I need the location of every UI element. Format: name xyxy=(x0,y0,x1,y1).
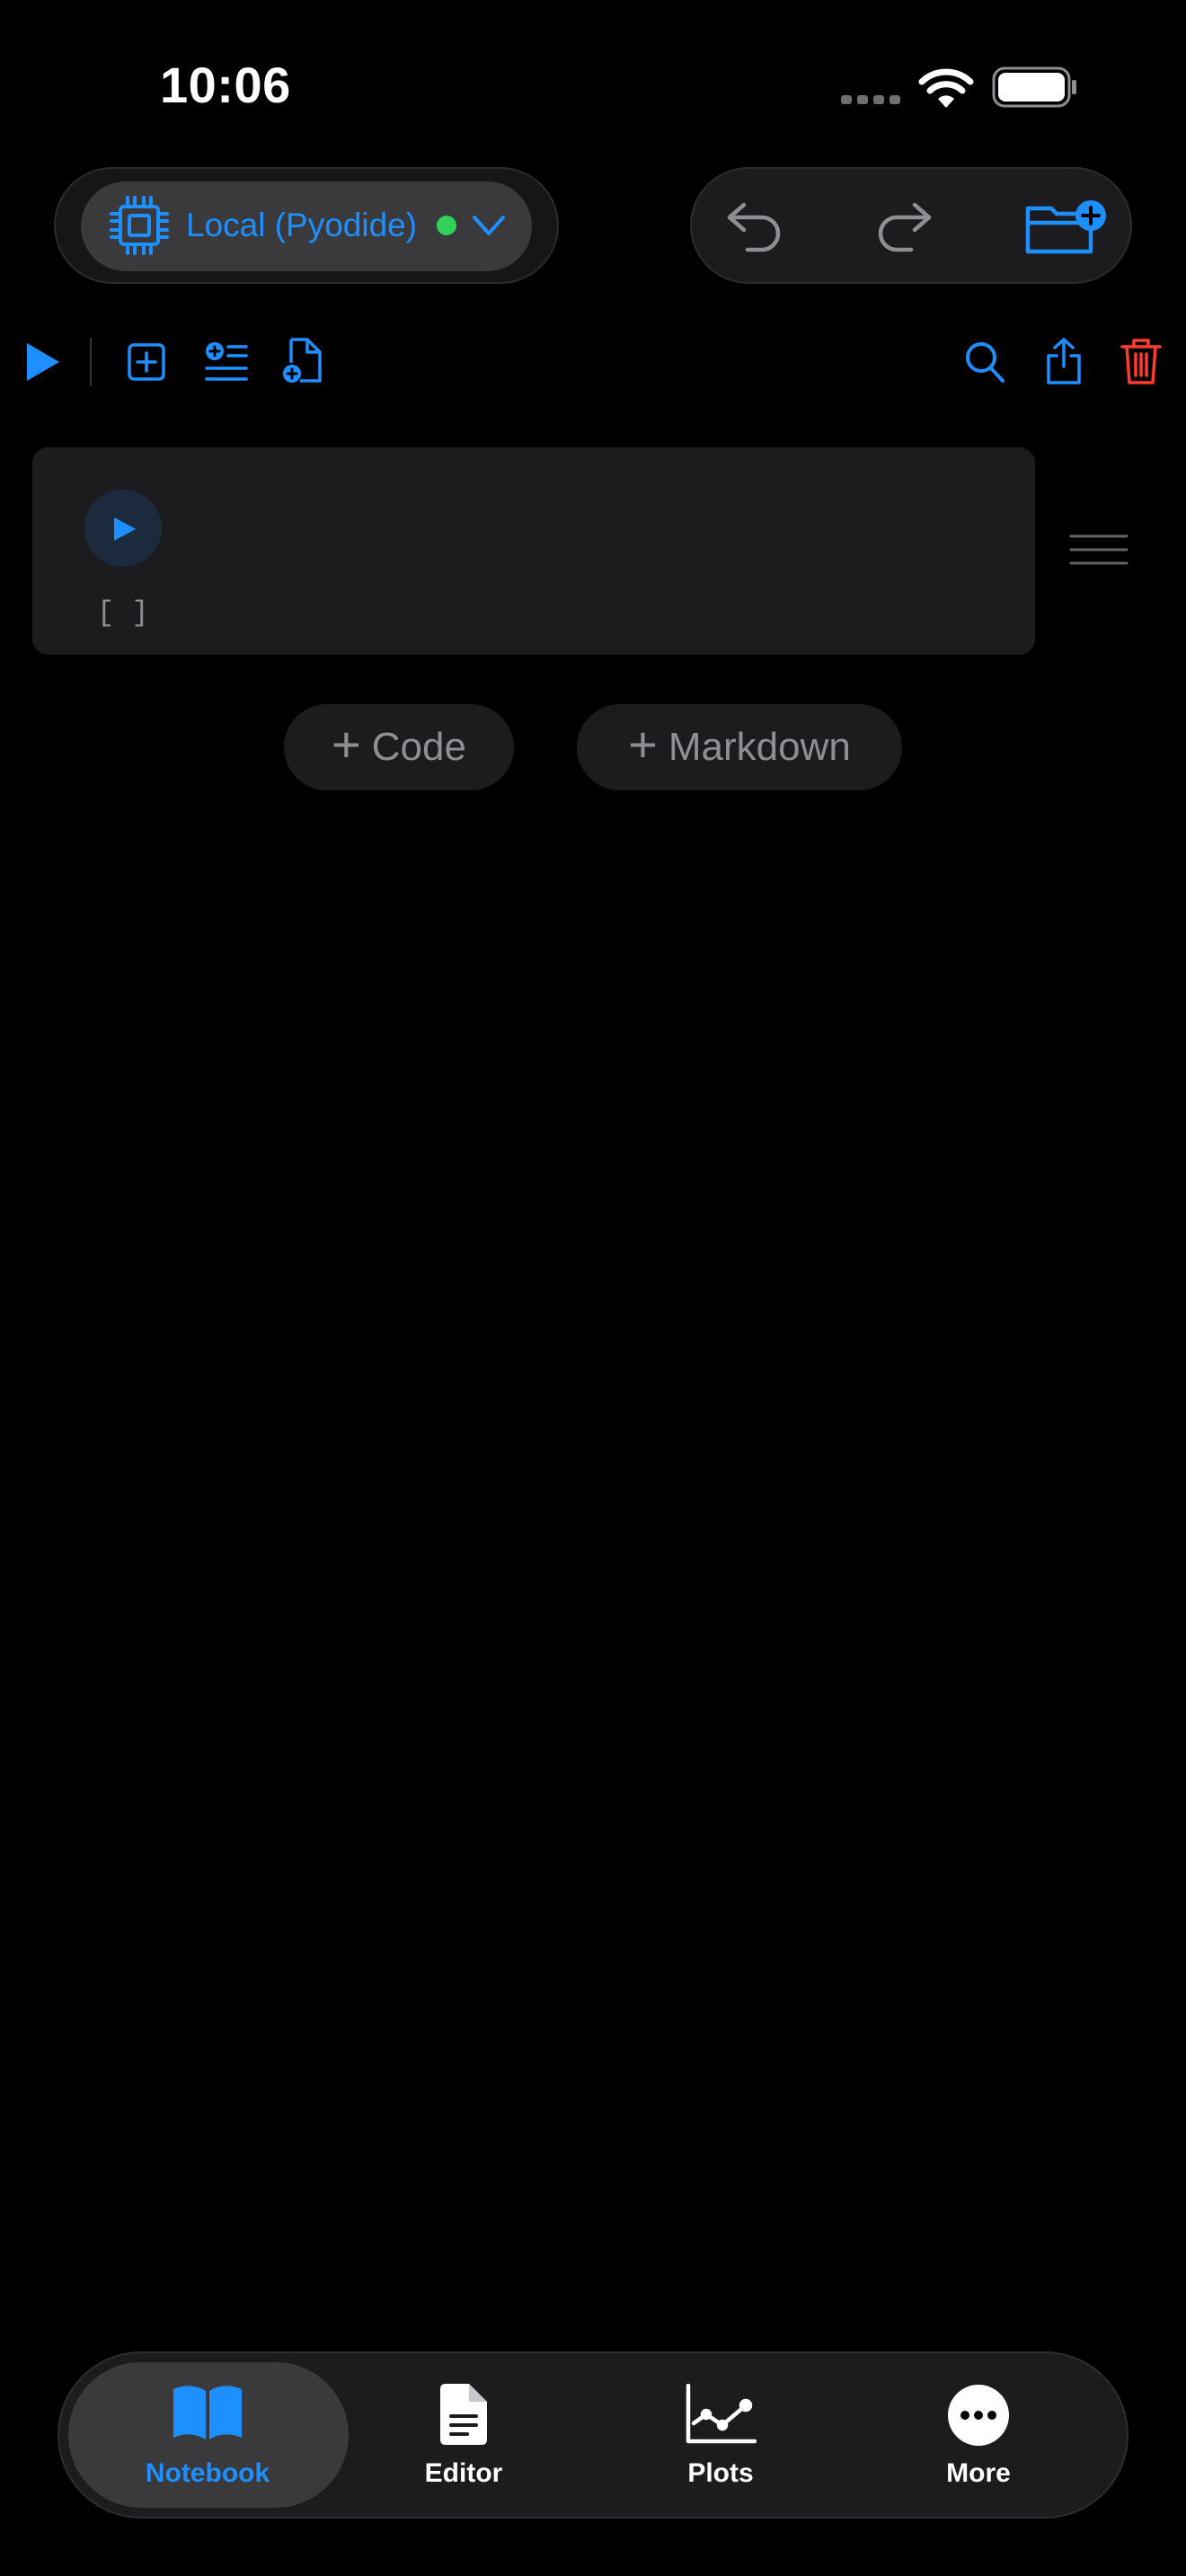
tab-notebook-label: Notebook xyxy=(145,2458,270,2488)
status-time: 10:06 xyxy=(160,57,291,113)
add-markdown-label: Markdown xyxy=(668,725,851,769)
toolbar-divider xyxy=(90,338,92,386)
kernel-status-dot xyxy=(437,216,456,235)
plus-icon: + xyxy=(332,716,361,772)
book-icon xyxy=(171,2384,244,2441)
ellipsis-icon[interactable] xyxy=(947,2384,1010,2447)
tab-plots-label[interactable]: Plots xyxy=(631,2458,810,2489)
chevron-down-icon[interactable] xyxy=(471,210,507,241)
chart-icon[interactable] xyxy=(685,2384,757,2445)
execution-count: [ ] xyxy=(97,596,149,630)
undo-icon[interactable] xyxy=(724,198,785,255)
trash-icon[interactable] xyxy=(1120,336,1163,386)
code-cell[interactable] xyxy=(32,447,1035,655)
add-code-cell-button[interactable]: + Code xyxy=(284,704,514,790)
cpu-chip-icon xyxy=(108,194,171,257)
cellular-signal-icon xyxy=(841,93,902,106)
share-icon[interactable] xyxy=(1044,336,1084,386)
search-icon[interactable] xyxy=(963,340,1006,384)
redo-icon[interactable] xyxy=(873,198,934,255)
wifi-icon xyxy=(918,66,974,110)
tab-more-label[interactable]: More xyxy=(889,2458,1068,2489)
plus-icon: + xyxy=(628,716,658,772)
add-text-cell-icon[interactable] xyxy=(203,340,250,384)
document-icon[interactable] xyxy=(437,2382,491,2447)
add-cell-icon[interactable] xyxy=(126,341,167,383)
play-icon xyxy=(111,516,137,542)
new-file-icon[interactable] xyxy=(280,336,327,386)
add-code-label: Code xyxy=(371,725,466,769)
drag-handle-icon[interactable] xyxy=(1069,534,1128,566)
folder-add-icon[interactable] xyxy=(1024,198,1109,257)
add-markdown-cell-button[interactable]: + Markdown xyxy=(577,704,902,790)
run-all-button[interactable] xyxy=(23,341,61,383)
tab-editor-label[interactable]: Editor xyxy=(374,2458,553,2489)
kernel-label: Local (Pyodide) xyxy=(186,207,418,243)
battery-icon xyxy=(992,66,1078,108)
